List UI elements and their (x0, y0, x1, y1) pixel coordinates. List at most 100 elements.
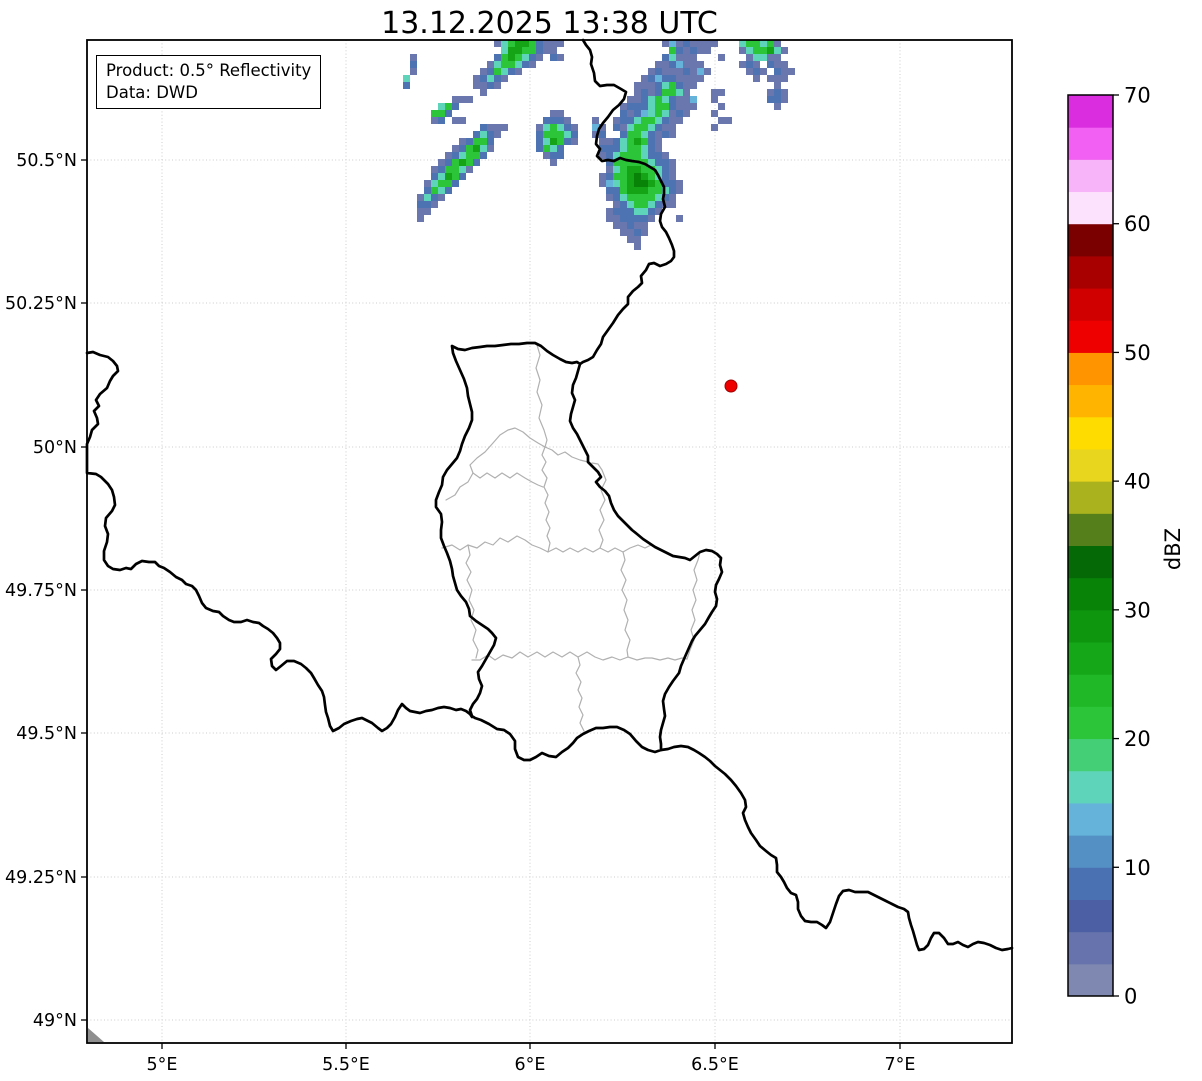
radar-cell (767, 40, 774, 47)
colorbar-tick-label: 50 (1124, 341, 1151, 365)
radar-cell (655, 82, 662, 89)
colorbar-tick-label: 0 (1124, 985, 1137, 1009)
colorbar-segment (1068, 546, 1113, 579)
radar-cell (613, 138, 620, 145)
radar-cell (641, 110, 648, 117)
radar-cell (767, 75, 774, 82)
radar-cell (620, 117, 627, 124)
radar-cell (641, 194, 648, 201)
radar-cell (473, 138, 480, 145)
radar-cell (662, 166, 669, 173)
colorbar-segment (1068, 674, 1113, 707)
radar-cell (641, 131, 648, 138)
radar-cell (627, 187, 634, 194)
radar-cell (466, 96, 473, 103)
colorbar-segment (1068, 513, 1113, 546)
radar-cell (501, 61, 508, 68)
radar-cell (676, 117, 683, 124)
colorbar-segment (1068, 192, 1113, 225)
radar-cell (676, 68, 683, 75)
radar-cell (648, 201, 655, 208)
radar-cell (641, 117, 648, 124)
radar-cell (718, 117, 725, 124)
radar-cell (466, 166, 473, 173)
radar-cell (774, 96, 781, 103)
colorbar-unit-label: dBZ (1142, 518, 1202, 580)
radar-cell (515, 61, 522, 68)
radar-cell (655, 110, 662, 117)
colorbar-tick-label: 30 (1124, 598, 1151, 622)
radar-cell (627, 201, 634, 208)
radar-cell (774, 61, 781, 68)
radar-cell (676, 89, 683, 96)
colorbar-segment (1068, 449, 1113, 482)
radar-cell (641, 138, 648, 145)
radar-cell (627, 138, 634, 145)
radar-cell (431, 194, 438, 201)
y-tick-label: 50.25°N (5, 294, 77, 314)
colorbar-segment (1068, 899, 1113, 932)
radar-cell (620, 208, 627, 215)
colorbar-segment (1068, 964, 1113, 997)
radar-cell (669, 173, 676, 180)
x-tick-label: 7°E (885, 1055, 916, 1075)
radar-cell (473, 82, 480, 89)
radar-cell (487, 131, 494, 138)
radar-cell (606, 138, 613, 145)
radar-cell (648, 110, 655, 117)
radar-cell (522, 61, 529, 68)
radar-cell (676, 75, 683, 82)
radar-cell (746, 68, 753, 75)
radar-cell (753, 61, 760, 68)
radar-cell (648, 138, 655, 145)
radar-cell (662, 117, 669, 124)
radar-cell (515, 68, 522, 75)
radar-cell (655, 89, 662, 96)
y-tick-label: 49.75°N (5, 581, 77, 601)
radar-cell (676, 40, 683, 47)
radar-cell (487, 68, 494, 75)
radar-cell (641, 229, 648, 236)
radar-cell (557, 40, 564, 47)
colorbar-segment (1068, 224, 1113, 257)
x-tick-label: 5.5°E (322, 1055, 370, 1075)
radar-cell (557, 138, 564, 145)
radar-cell (627, 229, 634, 236)
radar-cell (627, 103, 634, 110)
radar-cell (550, 145, 557, 152)
radar-cell (676, 180, 683, 187)
radar-cell (459, 138, 466, 145)
radar-cell (627, 215, 634, 222)
radar-cell (501, 54, 508, 61)
radar-cell (634, 229, 641, 236)
radar-cell (508, 47, 515, 54)
radar-cell (564, 138, 571, 145)
radar-cell (438, 103, 445, 110)
radar-cell (697, 61, 704, 68)
radar-cell (774, 103, 781, 110)
radar-cell (662, 61, 669, 68)
radar-cell (410, 54, 417, 61)
colorbar-segment (1068, 385, 1113, 418)
radar-cell (417, 208, 424, 215)
radar-cell (543, 124, 550, 131)
radar-cell (452, 117, 459, 124)
radar-cell (669, 180, 676, 187)
radar-cell (627, 173, 634, 180)
radar-cell (557, 54, 564, 61)
radar-cell (753, 68, 760, 75)
radar-cell (494, 124, 501, 131)
colorbar-segment (1068, 481, 1113, 514)
canton-border (473, 473, 543, 487)
radar-cell (774, 82, 781, 89)
radar-cell (480, 82, 487, 89)
radar-map-plot: 5°E5.5°E6°E6.5°E7°E50.5°N50.25°N50°N49.7… (0, 0, 1202, 1081)
radar-cell (662, 110, 669, 117)
radar-cell (445, 187, 452, 194)
radar-cell (676, 187, 683, 194)
radar-cell (669, 124, 676, 131)
radar-cell (774, 75, 781, 82)
radar-cell (641, 75, 648, 82)
radar-cell (620, 124, 627, 131)
radar-cell (690, 61, 697, 68)
